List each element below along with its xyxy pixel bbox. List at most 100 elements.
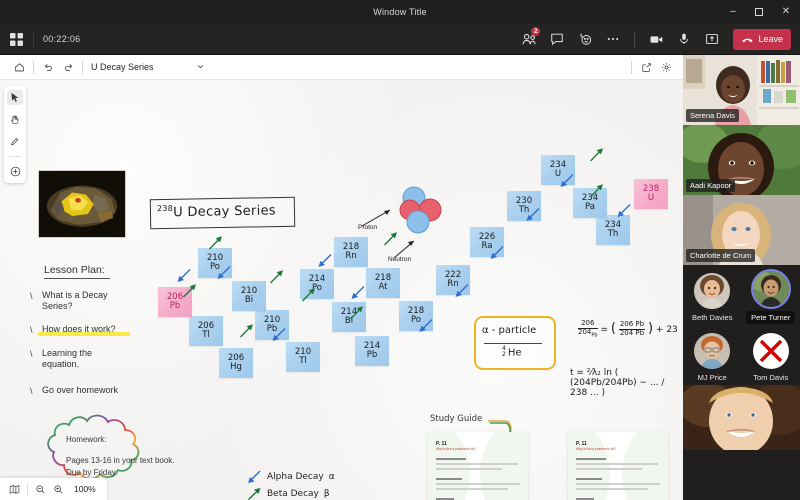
participants-icon[interactable]: 2	[517, 27, 541, 51]
alpha-decay-arrow-1	[560, 174, 574, 187]
alpha-box-rule	[484, 343, 542, 344]
ore-image	[39, 171, 125, 237]
participant-pete-turner[interactable]: Pete Turner	[742, 267, 800, 327]
alpha-decay-arrow-4	[455, 284, 469, 297]
note-element: Hg	[230, 362, 242, 372]
decay-note-206-Hg[interactable]: 206 Hg	[219, 348, 253, 378]
window-controls: – ✕	[720, 0, 800, 24]
video-tile-aadi[interactable]: Aadi Kapoor	[683, 125, 800, 195]
participant-name-serena: Serena Davis	[686, 109, 740, 122]
share-icon[interactable]	[636, 57, 656, 77]
close-button[interactable]: ✕	[772, 0, 800, 24]
lesson-plan-heading: Lesson Plan:	[44, 264, 110, 280]
participant-name-mj: MJ Price	[697, 372, 727, 382]
decay-note-214-Pb[interactable]: 214 Pb	[355, 336, 389, 366]
board-name[interactable]: U Decay Series	[91, 62, 154, 72]
bullet-tick: \	[30, 386, 33, 396]
leave-button[interactable]: Leave	[733, 28, 791, 50]
alpha-box-helium: 4 2 He	[502, 345, 522, 359]
minimap-icon[interactable]	[7, 482, 22, 497]
maximize-button[interactable]	[746, 0, 772, 24]
decay-note-206-Tl[interactable]: 206 Tl	[189, 316, 223, 346]
camera-icon[interactable]	[644, 27, 668, 51]
legend-beta-label: Beta Decay	[267, 488, 319, 499]
note-element: Tl	[202, 330, 210, 340]
note-element: Bi	[244, 295, 254, 305]
whiteboard-panel: U Decay Series 238U Decay Series Lesson …	[0, 55, 683, 500]
decay-note-238-U[interactable]: 238 U	[634, 179, 668, 209]
decay-note-218-Rn[interactable]: 218 Rn	[334, 237, 368, 267]
bullet-tick: \	[30, 349, 33, 359]
share-screen-icon[interactable]	[700, 27, 724, 51]
video-gallery-rail: Serena Davis Aadi Kapoor Charlotte de Cr…	[683, 55, 800, 500]
study-doc-1[interactable]: P. 11 Why is this a problem to fix?	[568, 432, 668, 500]
microphone-icon[interactable]	[672, 27, 696, 51]
self-view-tile[interactable]	[683, 385, 800, 450]
alpha-decay-arrow-6	[351, 286, 365, 299]
alpha-decay-arrow-0	[617, 204, 631, 217]
alpha-decay-arrow-3	[490, 246, 504, 259]
x-icon	[759, 339, 782, 362]
decay-note-210-Tl[interactable]: 210 Tl	[286, 342, 320, 372]
study-guide-label: Study Guide	[430, 414, 483, 424]
whiteboard-canvas[interactable]: 238U Decay Series Lesson Plan: \ What is…	[0, 80, 683, 500]
note-element: Rn	[345, 251, 357, 261]
controls-divider	[634, 30, 636, 48]
chevron-down-icon[interactable]	[196, 62, 205, 73]
home-icon[interactable]	[9, 57, 29, 77]
avatar	[694, 272, 731, 309]
window-title: Window Title	[373, 7, 427, 17]
avatar-image	[694, 272, 731, 309]
select-tool[interactable]	[7, 90, 23, 105]
alpha-particle-definition-box: α - particle 4 2 He	[474, 316, 556, 370]
decay-note-210-Bi[interactable]: 210 Bi	[232, 281, 266, 311]
video-tile-serena[interactable]: Serena Davis	[683, 55, 800, 125]
legend-alpha-symbol: α	[328, 471, 335, 482]
bullet-tick: \	[30, 291, 33, 301]
redo-icon[interactable]	[58, 57, 78, 77]
alpha-decay-arrow-2	[526, 208, 540, 221]
add-tool[interactable]	[7, 164, 23, 179]
study-doc-0[interactable]: P. 11 Why is this a problem to fix?	[428, 432, 528, 500]
homework-body: Pages 13-16 in your text book. Due by Fr…	[66, 456, 175, 477]
eq1-equals: =	[600, 324, 608, 335]
video-tile-charlotte[interactable]: Charlotte de Crum	[683, 195, 800, 265]
participant-beth-davies[interactable]: Beth Davies	[683, 267, 742, 327]
grid-view-icon[interactable]	[8, 31, 24, 47]
avatar-no-video	[752, 332, 789, 369]
note-element: U	[647, 193, 655, 203]
pan-hand-tool[interactable]	[7, 112, 23, 127]
undo-icon[interactable]	[38, 57, 58, 77]
decay-note-218-At[interactable]: 218 At	[366, 268, 400, 298]
helium-numbers: 4 2	[502, 345, 506, 359]
reactions-icon[interactable]	[573, 27, 597, 51]
pen-tool[interactable]	[7, 134, 23, 149]
zoom-out-icon[interactable]	[33, 482, 48, 497]
lesson-plan-item-2: \ Learning the equation.	[30, 348, 93, 370]
zoom-in-icon[interactable]	[51, 482, 66, 497]
minimize-button[interactable]: –	[720, 0, 746, 24]
gear-icon[interactable]	[656, 57, 676, 77]
zoom-level[interactable]: 100%	[74, 484, 96, 494]
toolbar-divider	[33, 60, 34, 74]
toolbar-divider	[33, 30, 34, 48]
homework-text: Homework: Pages 13-16 in your text book.…	[66, 434, 178, 479]
participant-name-tom: Tom Davis	[753, 372, 789, 382]
note-element: Tl	[299, 356, 307, 366]
participant-tom-davis[interactable]: Tom Davis	[742, 327, 800, 387]
participant-name-aadi: Aadi Kapoor	[686, 179, 736, 192]
more-options-icon[interactable]	[601, 27, 625, 51]
eq1-left-fraction: 206 204Pb	[578, 319, 598, 339]
board-title-text: 238U Decay Series	[156, 203, 277, 221]
decay-note-234-Th[interactable]: 234 Th	[596, 215, 630, 245]
alpha-decay-arrow-5	[419, 319, 433, 332]
uranium-ore-photo[interactable]	[38, 170, 126, 238]
age-equation: t = ²⁄λ₂ ln ( (204Pb/204Pb) − ... / 238 …	[570, 368, 665, 398]
note-element: Pb	[366, 350, 378, 360]
chat-icon[interactable]	[545, 27, 569, 51]
participant-mj-price[interactable]: MJ Price	[683, 327, 742, 387]
highlight-marker	[38, 332, 130, 336]
lesson-plan-item-3: \ Go over homework	[30, 385, 119, 396]
zoom-rail: 100%	[0, 478, 107, 500]
toolbar-divider-3	[631, 60, 632, 74]
